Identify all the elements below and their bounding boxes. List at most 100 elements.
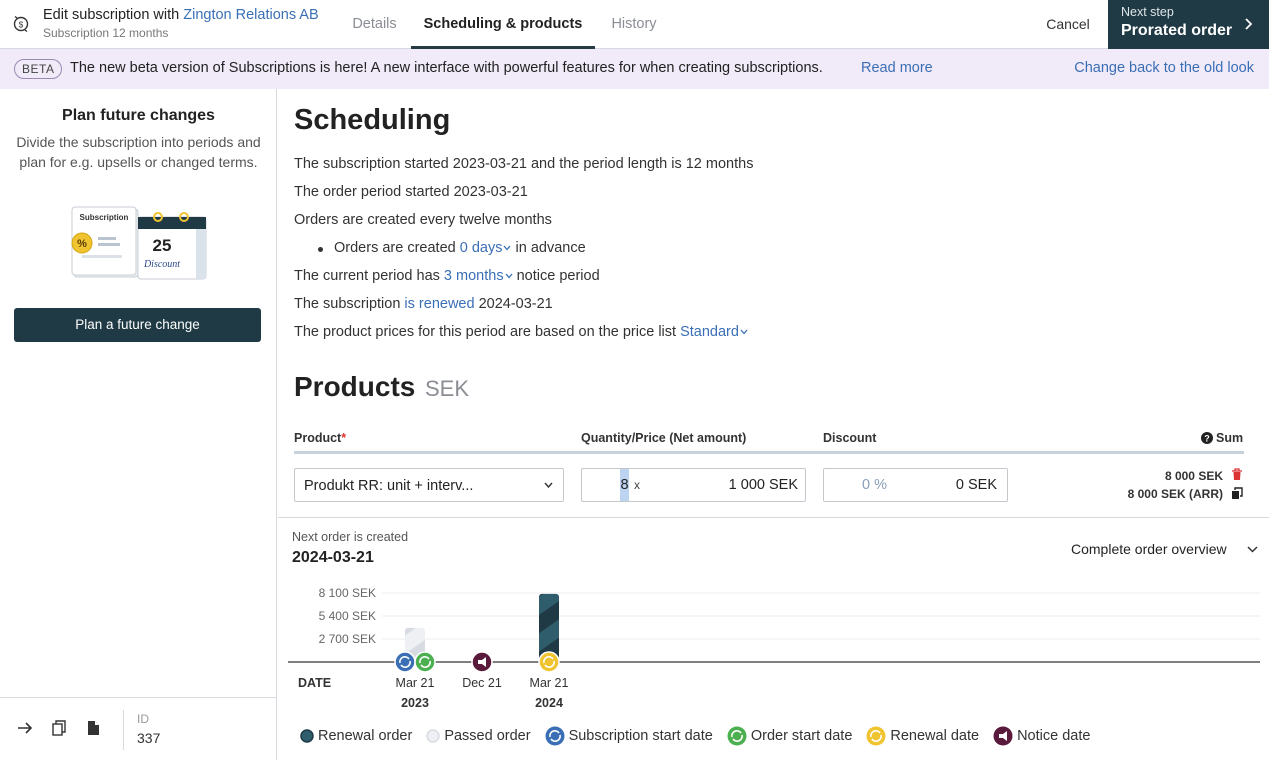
- bullet: [318, 247, 323, 252]
- renewal-link[interactable]: is renewed: [404, 296, 474, 312]
- complete-order-overview-toggle[interactable]: Complete order overview: [1071, 541, 1227, 557]
- chevron-down-icon: [544, 482, 553, 488]
- chevron-right-icon: [1245, 18, 1253, 30]
- top-header: $ Edit subscription with Zington Relatio…: [0, 0, 1269, 49]
- read-more-link[interactable]: Read more: [861, 60, 933, 76]
- discount-percent-input[interactable]: 0 %: [862, 477, 887, 493]
- help-icon[interactable]: ?: [1201, 432, 1213, 444]
- price-list-dropdown[interactable]: Standard: [680, 324, 748, 340]
- copy-icon[interactable]: [51, 720, 67, 736]
- tab-details[interactable]: Details: [341, 0, 408, 49]
- scheduling-title: Scheduling: [294, 104, 451, 136]
- id-label: ID: [137, 712, 149, 726]
- products-title: Products: [294, 371, 416, 402]
- discount-field[interactable]: 0 % 0 SEK: [823, 468, 1008, 502]
- legend-item: Subscription start date: [545, 726, 713, 746]
- subscription-start-marker: [394, 651, 416, 673]
- x-tick-label: Dec 21: [462, 676, 502, 690]
- times-symbol: x: [634, 478, 640, 492]
- chart-legend: Renewal order Passed order Subscription st…: [300, 726, 1104, 746]
- beta-banner: BETA The new beta version of Subscriptio…: [0, 49, 1269, 89]
- tab-history[interactable]: History: [598, 0, 670, 49]
- arrow-right-icon[interactable]: [17, 720, 33, 736]
- legend-label: Notice date: [1017, 727, 1091, 744]
- svg-text:?: ?: [1204, 434, 1210, 444]
- copy-icon[interactable]: [1231, 487, 1243, 500]
- next-step-label: Prorated order: [1121, 22, 1233, 39]
- legend-label: Subscription start date: [568, 727, 713, 744]
- table-header-divider: [294, 451, 1244, 454]
- schedule-line-price-list: The product prices for this period are b…: [294, 324, 748, 340]
- legend-icon: [866, 726, 886, 746]
- y-tick-label: 2 700 SEK: [319, 632, 376, 646]
- column-header-discount: Discount: [823, 431, 877, 445]
- legend-item: Renewal date: [866, 726, 979, 746]
- price-input[interactable]: 1 000 SEK: [729, 477, 798, 493]
- page-subtitle: Subscription 12 months: [43, 26, 169, 40]
- schedule-line-advance: Orders are created 0 days in advance: [334, 240, 586, 256]
- sidebar-title: Plan future changes: [62, 107, 215, 124]
- x-year-label: 2024: [535, 696, 563, 710]
- schedule-line-notice: The current period has 3 months notice p…: [294, 268, 600, 284]
- divider: [123, 710, 124, 750]
- cancel-button[interactable]: Cancel: [1040, 0, 1096, 49]
- notice-date-marker: [471, 651, 493, 673]
- legend-item: Order start date: [727, 726, 852, 746]
- renewal-date-marker-dot: [538, 651, 560, 673]
- schedule-line-renewal: The subscription is renewed 2024-03-21: [294, 296, 553, 312]
- notice-suffix: notice period: [516, 268, 600, 284]
- change-back-link[interactable]: Change back to the old look: [1074, 60, 1254, 76]
- row-sum: 8 000 SEK: [1164, 469, 1223, 483]
- next-step-button[interactable]: Next step Prorated order: [1108, 0, 1269, 49]
- notice-prefix: The current period has: [294, 268, 440, 284]
- product-select[interactable]: Produkt RR: unit + interv...: [294, 468, 564, 502]
- sidebar: Plan future changes Divide the subscript…: [0, 89, 277, 760]
- beta-message: The new beta version of Subscriptions is…: [70, 60, 823, 76]
- legend-icon: [993, 726, 1013, 746]
- row-sum-arr: 8 000 SEK (ARR): [1127, 487, 1223, 501]
- column-sum-label: Sum: [1216, 431, 1244, 445]
- price-list-value: Standard: [680, 324, 739, 340]
- discount-amount-input[interactable]: 0 SEK: [956, 477, 997, 493]
- sidebar-footer: ID 337: [0, 697, 277, 760]
- illustration-label: Subscription: [80, 213, 129, 222]
- renewal-date: 2024-03-21: [478, 296, 553, 312]
- y-tick-label: 8 100 SEK: [319, 586, 376, 600]
- column-header-product: Product*: [294, 431, 346, 445]
- legend-icon: [727, 726, 747, 746]
- title-prefix: Edit subscription with: [43, 7, 180, 23]
- renewal-prefix: The subscription: [294, 296, 401, 312]
- legend-label: Renewal date: [890, 727, 980, 744]
- next-step-caption: Next step: [1121, 5, 1174, 19]
- subscription-sync-icon: $: [13, 15, 29, 33]
- advance-days-dropdown[interactable]: 0 days: [460, 240, 512, 256]
- legend-item: Renewal order: [300, 728, 412, 744]
- chevron-down-icon: [505, 273, 513, 279]
- y-tick-label: 5 400 SEK: [319, 609, 376, 623]
- quantity-input[interactable]: 8: [620, 469, 629, 501]
- legend-item: Notice date: [993, 726, 1090, 746]
- quantity-price-field[interactable]: 8 x 1 000 SEK: [581, 468, 806, 502]
- x-tick-label: Mar 21: [530, 676, 569, 690]
- customer-link[interactable]: Zington Relations AB: [183, 7, 318, 23]
- product-select-value: Produkt RR: unit + interv...: [304, 478, 474, 494]
- plan-future-change-button[interactable]: Plan a future change: [14, 308, 261, 342]
- order-start-marker-dot: [414, 651, 436, 673]
- order-overview-panel: Next order is created 2024-03-21 Complet…: [278, 517, 1269, 760]
- advance-prefix: Orders are created: [334, 240, 456, 256]
- advance-days-value: 0 days: [459, 240, 503, 256]
- notice-period-dropdown[interactable]: 3 months: [444, 268, 513, 284]
- order-start-marker: [414, 651, 436, 673]
- percent-icon: %: [77, 238, 87, 250]
- renewal-date-marker: [538, 651, 560, 673]
- legend-label: Renewal order: [318, 728, 413, 744]
- notice-period-value: 3 months: [443, 268, 504, 284]
- column-product-label: Product: [294, 431, 342, 445]
- subscription-start-marker-dot: [394, 651, 416, 673]
- document-icon[interactable]: [85, 720, 101, 736]
- chevron-down-icon: [740, 329, 748, 335]
- chevron-down-icon[interactable]: [1247, 546, 1258, 553]
- legend-icon: [300, 729, 314, 743]
- tab-scheduling-products[interactable]: Scheduling & products: [411, 0, 595, 49]
- trash-icon[interactable]: [1231, 468, 1243, 481]
